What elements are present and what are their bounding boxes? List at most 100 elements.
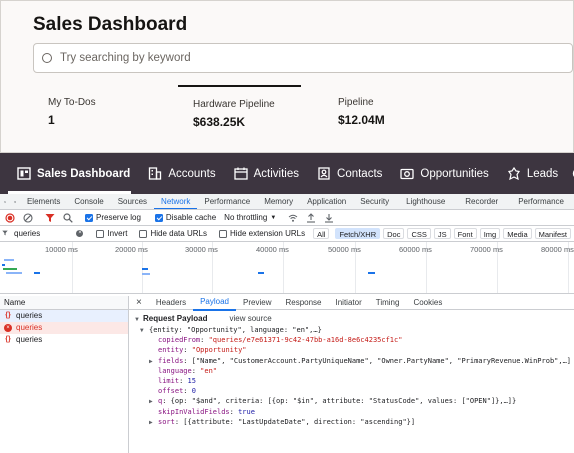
payload-summary[interactable]: ▼ {entity: "Opportunity", language: "en",…: [134, 325, 574, 335]
checkbox-checked: [85, 213, 93, 222]
request-list: Name {} queries × queries {} queries: [0, 296, 129, 453]
filter-input[interactable]: queries ×: [0, 227, 86, 240]
disable-cache-checkbox[interactable]: Disable cache: [154, 213, 217, 222]
field-value: true: [238, 407, 255, 416]
payload-field: limit: 15: [158, 376, 196, 385]
wifi-icon[interactable]: [288, 213, 298, 223]
filter-value: queries: [14, 229, 41, 238]
tab-recorder[interactable]: Recorder: [455, 194, 508, 209]
nav-label: Accounts: [168, 167, 216, 180]
detail-tabs: × Headers Payload Preview Response Initi…: [129, 295, 574, 311]
tab-network[interactable]: Network: [154, 194, 198, 209]
type-filter-font[interactable]: Font: [453, 228, 477, 239]
field-value: 0: [191, 387, 196, 396]
clear-icon[interactable]: [23, 212, 33, 223]
inspect-icon[interactable]: [4, 197, 6, 207]
nav-item-leads[interactable]: Leads: [498, 153, 567, 194]
invert-label: Invert: [107, 229, 128, 238]
type-filter-css[interactable]: CSS: [407, 228, 431, 239]
request-name: queries: [16, 323, 43, 332]
tab-security[interactable]: Security: [353, 194, 396, 209]
metric-my-todos[interactable]: My To-Dos 1: [33, 85, 176, 141]
nav-label: Leads: [526, 167, 559, 180]
nav-item-more[interactable]: [567, 153, 574, 194]
xhr-icon: {}: [5, 312, 11, 319]
main-navbar: Sales Dashboard Accounts Activities Cont…: [0, 153, 574, 194]
tab-elements[interactable]: Elements: [20, 194, 67, 209]
field-key: skipInValidFields: [158, 407, 230, 416]
type-filter-fetch-xhr[interactable]: Fetch/XHR: [335, 228, 381, 239]
tab-performance-insights[interactable]: Performance: [508, 194, 574, 209]
request-row[interactable]: {} queries: [0, 334, 128, 346]
tab-lighthouse[interactable]: Lighthouse: [396, 194, 455, 209]
hide-data-urls-checkbox[interactable]: Hide data URLs: [139, 229, 207, 238]
metric-label: My To-Dos: [48, 97, 96, 108]
disable-cache-label: Disable cache: [165, 213, 217, 222]
tab-application[interactable]: Application: [300, 194, 353, 209]
tab-timing[interactable]: Timing: [369, 296, 407, 310]
waterfall-bar: [3, 268, 17, 270]
nav-label: Sales Dashboard: [37, 167, 131, 180]
metric-hardware-pipeline[interactable]: Hardware Pipeline $638.25K: [178, 85, 301, 141]
tab-cookies[interactable]: Cookies: [406, 296, 449, 310]
search-bar[interactable]: [33, 43, 573, 73]
waterfall-bar: [34, 272, 40, 274]
throttling-select[interactable]: No throttling ▼: [224, 213, 276, 222]
building-icon: [149, 167, 162, 180]
payload-field[interactable]: ▶ q: {op: "$and", criteria: [{op: "$in", …: [134, 396, 574, 406]
search-icon[interactable]: [63, 212, 73, 223]
download-icon[interactable]: [324, 213, 334, 223]
close-icon[interactable]: ×: [129, 297, 149, 308]
nav-item-contacts[interactable]: Contacts: [308, 153, 391, 194]
waterfall-bar: [142, 268, 148, 270]
type-filter-js[interactable]: JS: [433, 228, 451, 239]
type-filter-doc[interactable]: Doc: [383, 228, 405, 239]
upload-icon[interactable]: [306, 212, 316, 223]
field-key: offset: [158, 387, 184, 396]
metric-pipeline[interactable]: Pipeline $12.04M: [323, 85, 463, 141]
request-list-header[interactable]: Name: [0, 296, 128, 310]
tab-response[interactable]: Response: [278, 296, 328, 310]
metric-value: $638.25K: [193, 115, 246, 129]
field-value: "en": [200, 366, 218, 375]
dashboard-icon: [17, 167, 31, 180]
view-source-link[interactable]: view source: [229, 314, 271, 323]
waterfall-bar: [4, 259, 14, 261]
payload-section-header[interactable]: ▼ Request Payload view source: [134, 313, 574, 325]
type-filter-all[interactable]: All: [313, 228, 330, 239]
payload-field[interactable]: ▶ sort: [{attribute: "LastUpdateDate", di…: [134, 417, 574, 427]
nav-item-activities[interactable]: Activities: [225, 153, 308, 194]
hide-extension-urls-checkbox[interactable]: Hide extension URLs: [218, 229, 305, 238]
nav-label: Activities: [253, 167, 300, 180]
request-row[interactable]: {} queries: [0, 310, 128, 322]
network-filter-bar: queries × Invert Hide data URLs Hide ext…: [0, 226, 574, 242]
funnel-icon: [2, 230, 8, 236]
nav-item-accounts[interactable]: Accounts: [139, 153, 224, 194]
payload-field: language: "en": [158, 366, 218, 375]
filter-icon[interactable]: [45, 213, 55, 223]
clear-filter-icon[interactable]: ×: [76, 230, 84, 237]
tab-payload[interactable]: Payload: [193, 295, 237, 311]
tab-memory[interactable]: Memory: [257, 194, 300, 209]
nav-item-sales-dashboard[interactable]: Sales Dashboard: [0, 153, 139, 194]
request-row[interactable]: × queries: [0, 322, 128, 334]
invert-checkbox[interactable]: Invert: [96, 229, 127, 238]
tab-console[interactable]: Console: [67, 194, 110, 209]
network-timeline[interactable]: 10000 ms 20000 ms 30000 ms 40000 ms 5000…: [0, 242, 574, 294]
payload-field[interactable]: ▶ fields: ["Name", "CustomerAccount.Party…: [134, 356, 574, 366]
type-filter-img[interactable]: Img: [479, 228, 501, 239]
payload-title: Request Payload: [143, 314, 208, 323]
device-toggle-icon[interactable]: [13, 197, 16, 207]
search-input[interactable]: [60, 52, 540, 64]
nav-item-opportunities[interactable]: Opportunities: [391, 153, 497, 194]
tab-headers[interactable]: Headers: [149, 296, 193, 310]
record-icon[interactable]: [5, 212, 15, 223]
type-filter-manifest[interactable]: Manifest: [534, 228, 571, 239]
preserve-log-checkbox[interactable]: Preserve log: [85, 213, 141, 222]
tab-sources[interactable]: Sources: [111, 194, 154, 209]
tab-initiator[interactable]: Initiator: [329, 296, 369, 310]
type-filter-media[interactable]: Media: [503, 228, 532, 239]
metric-value: $12.04M: [338, 113, 385, 127]
tab-performance[interactable]: Performance: [197, 194, 257, 209]
tab-preview[interactable]: Preview: [236, 296, 278, 310]
